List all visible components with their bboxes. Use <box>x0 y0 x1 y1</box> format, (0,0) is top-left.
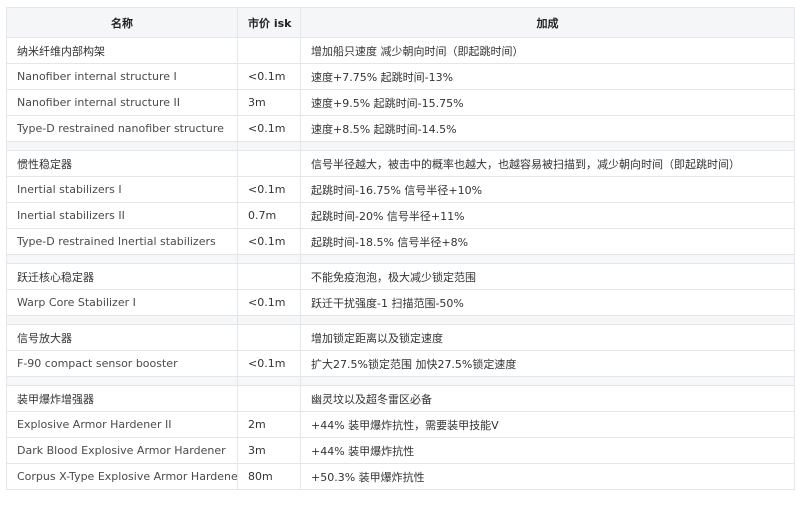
section-description: 不能免疫泡泡，极大减少锁定范围 <box>300 263 795 290</box>
table-row: Type-D restrained Inertial stabilizers <0… <box>6 228 795 255</box>
item-price: <0.1m <box>237 63 301 90</box>
item-name: Type-D restrained nanofiber structure <box>6 115 238 142</box>
item-name: Corpus X-Type Explosive Armor Hardener <box>6 463 238 490</box>
table-row: Warp Core Stabilizer I <0.1m 跃迁干扰强度-1 扫描范围… <box>6 289 795 316</box>
item-bonus: +44% 装甲爆炸抗性，需要装甲技能V <box>300 411 795 438</box>
section-description: 幽灵坟以及超冬雷区必备 <box>300 385 795 412</box>
section-title: 惯性稳定器 <box>6 150 238 177</box>
table-row: Nanofiber internal structure II 3m 速度+9.5%… <box>6 89 795 116</box>
section-header-row: 纳米纤维内部构架 增加船只速度 减少朝向时间（即起跳时间） <box>6 37 795 64</box>
item-bonus: 速度+8.5% 起跳时间-14.5% <box>300 115 795 142</box>
table-header-row: 名称 市价 isk 加成 <box>6 7 795 38</box>
section-description: 信号半径越大，被击中的概率也越大，也越容易被扫描到，减少朝向时间（即起跳时间） <box>300 150 795 177</box>
item-price: 0.7m <box>237 202 301 229</box>
table-row: Nanofiber internal structure I <0.1m 速度+7.… <box>6 63 795 90</box>
spacer-cell <box>237 315 301 325</box>
spacer-cell <box>6 254 238 264</box>
item-bonus: 起跳时间-20% 信号半径+11% <box>300 202 795 229</box>
item-bonus: 起跳时间-16.75% 信号半径+10% <box>300 176 795 203</box>
item-bonus: 扩大27.5%锁定范围 加快27.5%锁定速度 <box>300 350 795 377</box>
item-bonus: 速度+7.75% 起跳时间-13% <box>300 63 795 90</box>
section-spacer <box>6 141 795 151</box>
table-body: 纳米纤维内部构架 增加船只速度 减少朝向时间（即起跳时间） Nanofiber in… <box>6 37 795 490</box>
section-spacer <box>6 315 795 325</box>
item-name: Nanofiber internal structure II <box>6 89 238 116</box>
table-row: Corpus X-Type Explosive Armor Hardener 80… <box>6 463 795 490</box>
item-name: Inertial stabilizers I <box>6 176 238 203</box>
section-price <box>237 263 301 290</box>
item-bonus: +44% 装甲爆炸抗性 <box>300 437 795 464</box>
item-price: 3m <box>237 437 301 464</box>
section-title: 装甲爆炸增强器 <box>6 385 238 412</box>
section-spacer <box>6 376 795 386</box>
item-price: <0.1m <box>237 115 301 142</box>
item-price: <0.1m <box>237 176 301 203</box>
section-price <box>237 324 301 351</box>
header-bonus: 加成 <box>300 7 795 38</box>
table-row: Type-D restrained nanofiber structure <0.… <box>6 115 795 142</box>
item-price: 80m <box>237 463 301 490</box>
item-name: Explosive Armor Hardener II <box>6 411 238 438</box>
section-description: 增加锁定距离以及锁定速度 <box>300 324 795 351</box>
section-header-row: 跃迁核心稳定器 不能免疫泡泡，极大减少锁定范围 <box>6 263 795 290</box>
header-name: 名称 <box>6 7 238 38</box>
item-name: Warp Core Stabilizer I <box>6 289 238 316</box>
item-bonus: 跃迁干扰强度-1 扫描范围-50% <box>300 289 795 316</box>
item-name: Inertial stabilizers II <box>6 202 238 229</box>
section-title: 跃迁核心稳定器 <box>6 263 238 290</box>
item-bonus: 速度+9.5% 起跳时间-15.75% <box>300 89 795 116</box>
section-price <box>237 150 301 177</box>
table-row: Inertial stabilizers I <0.1m 起跳时间-16.75% 信… <box>6 176 795 203</box>
section-description: 增加船只速度 减少朝向时间（即起跳时间） <box>300 37 795 64</box>
item-name: Nanofiber internal structure I <box>6 63 238 90</box>
item-price: 3m <box>237 89 301 116</box>
spacer-cell <box>300 315 795 325</box>
item-name: Dark Blood Explosive Armor Hardener <box>6 437 238 464</box>
spacer-cell <box>6 315 238 325</box>
section-title: 纳米纤维内部构架 <box>6 37 238 64</box>
item-price: 2m <box>237 411 301 438</box>
item-price: <0.1m <box>237 350 301 377</box>
section-header-row: 惯性稳定器 信号半径越大，被击中的概率也越大，也越容易被扫描到，减少朝向时间（即起… <box>6 150 795 177</box>
section-price <box>237 385 301 412</box>
item-bonus: 起跳时间-18.5% 信号半径+8% <box>300 228 795 255</box>
spacer-cell <box>237 376 301 386</box>
item-name: F-90 compact sensor booster <box>6 350 238 377</box>
table-row: Inertial stabilizers II 0.7m 起跳时间-20% 信号半径… <box>6 202 795 229</box>
section-title: 信号放大器 <box>6 324 238 351</box>
spacer-cell <box>6 376 238 386</box>
header-price: 市价 isk <box>237 7 301 38</box>
spacer-cell <box>300 376 795 386</box>
module-table: 名称 市价 isk 加成 纳米纤维内部构架 增加船只速度 减少朝向时间（即起跳时间… <box>6 7 795 490</box>
item-name: Type-D restrained Inertial stabilizers <box>6 228 238 255</box>
section-price <box>237 37 301 64</box>
page-container: 名称 市价 isk 加成 纳米纤维内部构架 增加船只速度 减少朝向时间（即起跳时间… <box>0 0 800 490</box>
item-bonus: +50.3% 装甲爆炸抗性 <box>300 463 795 490</box>
table-row: Explosive Armor Hardener II 2m +44% 装甲爆炸抗性… <box>6 411 795 438</box>
section-header-row: 装甲爆炸增强器 幽灵坟以及超冬雷区必备 <box>6 385 795 412</box>
table-row: Dark Blood Explosive Armor Hardener 3m +44… <box>6 437 795 464</box>
spacer-cell <box>6 141 238 151</box>
section-spacer <box>6 254 795 264</box>
spacer-cell <box>237 141 301 151</box>
item-price: <0.1m <box>237 228 301 255</box>
section-header-row: 信号放大器 增加锁定距离以及锁定速度 <box>6 324 795 351</box>
item-price: <0.1m <box>237 289 301 316</box>
spacer-cell <box>300 141 795 151</box>
spacer-cell <box>237 254 301 264</box>
spacer-cell <box>300 254 795 264</box>
table-row: F-90 compact sensor booster <0.1m 扩大27.5%锁… <box>6 350 795 377</box>
